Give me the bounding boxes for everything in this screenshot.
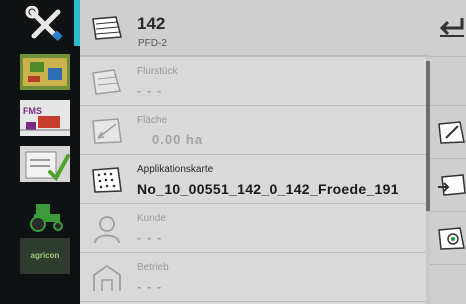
nav-item-field-map[interactable] xyxy=(20,54,70,90)
app-root: FMS agricon 142 PFD-2 Flurstück - - - Fl… xyxy=(0,0,466,304)
nav-item-fms[interactable]: FMS xyxy=(20,100,70,136)
area-measure-icon xyxy=(92,118,122,144)
row-label: Betrieb xyxy=(137,262,169,273)
target-map-button[interactable] xyxy=(430,212,466,265)
task-subtitle: PFD-2 xyxy=(138,38,167,49)
customer-person-icon xyxy=(94,216,120,244)
nav-item-settings[interactable] xyxy=(20,6,70,42)
tractor-icon xyxy=(30,204,63,232)
field-map-icon xyxy=(20,54,70,90)
row-value: - - - xyxy=(137,83,163,98)
edit-boundary-button[interactable] xyxy=(430,106,466,159)
blank-action-button[interactable] xyxy=(430,57,466,106)
row-label: Flurstück xyxy=(137,66,178,77)
task-title: 142 xyxy=(137,14,166,33)
row-label: Applikationskarte xyxy=(137,164,214,175)
wrench-screwdriver-icon xyxy=(25,6,63,41)
row-applikationskarte[interactable]: Applikationskarte No_10_00551_142_0_142_… xyxy=(80,155,426,204)
nav-item-agricon[interactable]: agricon xyxy=(20,238,70,274)
row-kunde[interactable]: Kunde - - - xyxy=(80,204,426,253)
nav-item-tasks[interactable] xyxy=(20,146,70,182)
parcel-icon xyxy=(92,69,121,95)
row-flurstueck[interactable]: Flurstück - - - xyxy=(80,57,426,106)
row-betrieb[interactable]: Betrieb - - - xyxy=(80,253,426,302)
task-detail-list: Flurstück - - - Fläche 0.00 ha Applikati… xyxy=(80,57,426,304)
farm-management-icon: FMS xyxy=(20,100,70,136)
left-navigation: FMS agricon xyxy=(0,0,80,304)
back-button[interactable] xyxy=(430,0,466,57)
row-value: - - - xyxy=(137,279,163,294)
main-panel: 142 PFD-2 Flurstück - - - Fläche 0.00 ha… xyxy=(80,0,430,304)
task-checklist-icon xyxy=(20,146,70,182)
row-label: Kunde xyxy=(137,213,166,224)
edit-field-icon xyxy=(438,121,465,144)
return-arrow-icon xyxy=(439,18,464,37)
application-map-icon xyxy=(92,167,122,193)
field-boundary-icon xyxy=(92,16,122,40)
transfer-field-icon xyxy=(438,174,466,196)
right-action-bar xyxy=(430,0,466,304)
transfer-button[interactable] xyxy=(430,159,466,212)
agricon-label: agricon xyxy=(30,251,60,260)
task-header: 142 PFD-2 xyxy=(80,0,430,57)
svg-text:FMS: FMS xyxy=(23,106,42,116)
row-value: - - - xyxy=(137,230,163,245)
row-label: Fläche xyxy=(137,115,168,126)
nav-item-tractor[interactable] xyxy=(20,196,70,232)
row-flaeche[interactable]: Fläche 0.00 ha xyxy=(80,106,426,155)
farm-building-icon xyxy=(93,264,121,291)
target-map-icon xyxy=(438,227,465,250)
row-value: 0.00 ha xyxy=(152,132,204,147)
row-value: No_10_00551_142_0_142_Froede_191 xyxy=(137,181,399,197)
